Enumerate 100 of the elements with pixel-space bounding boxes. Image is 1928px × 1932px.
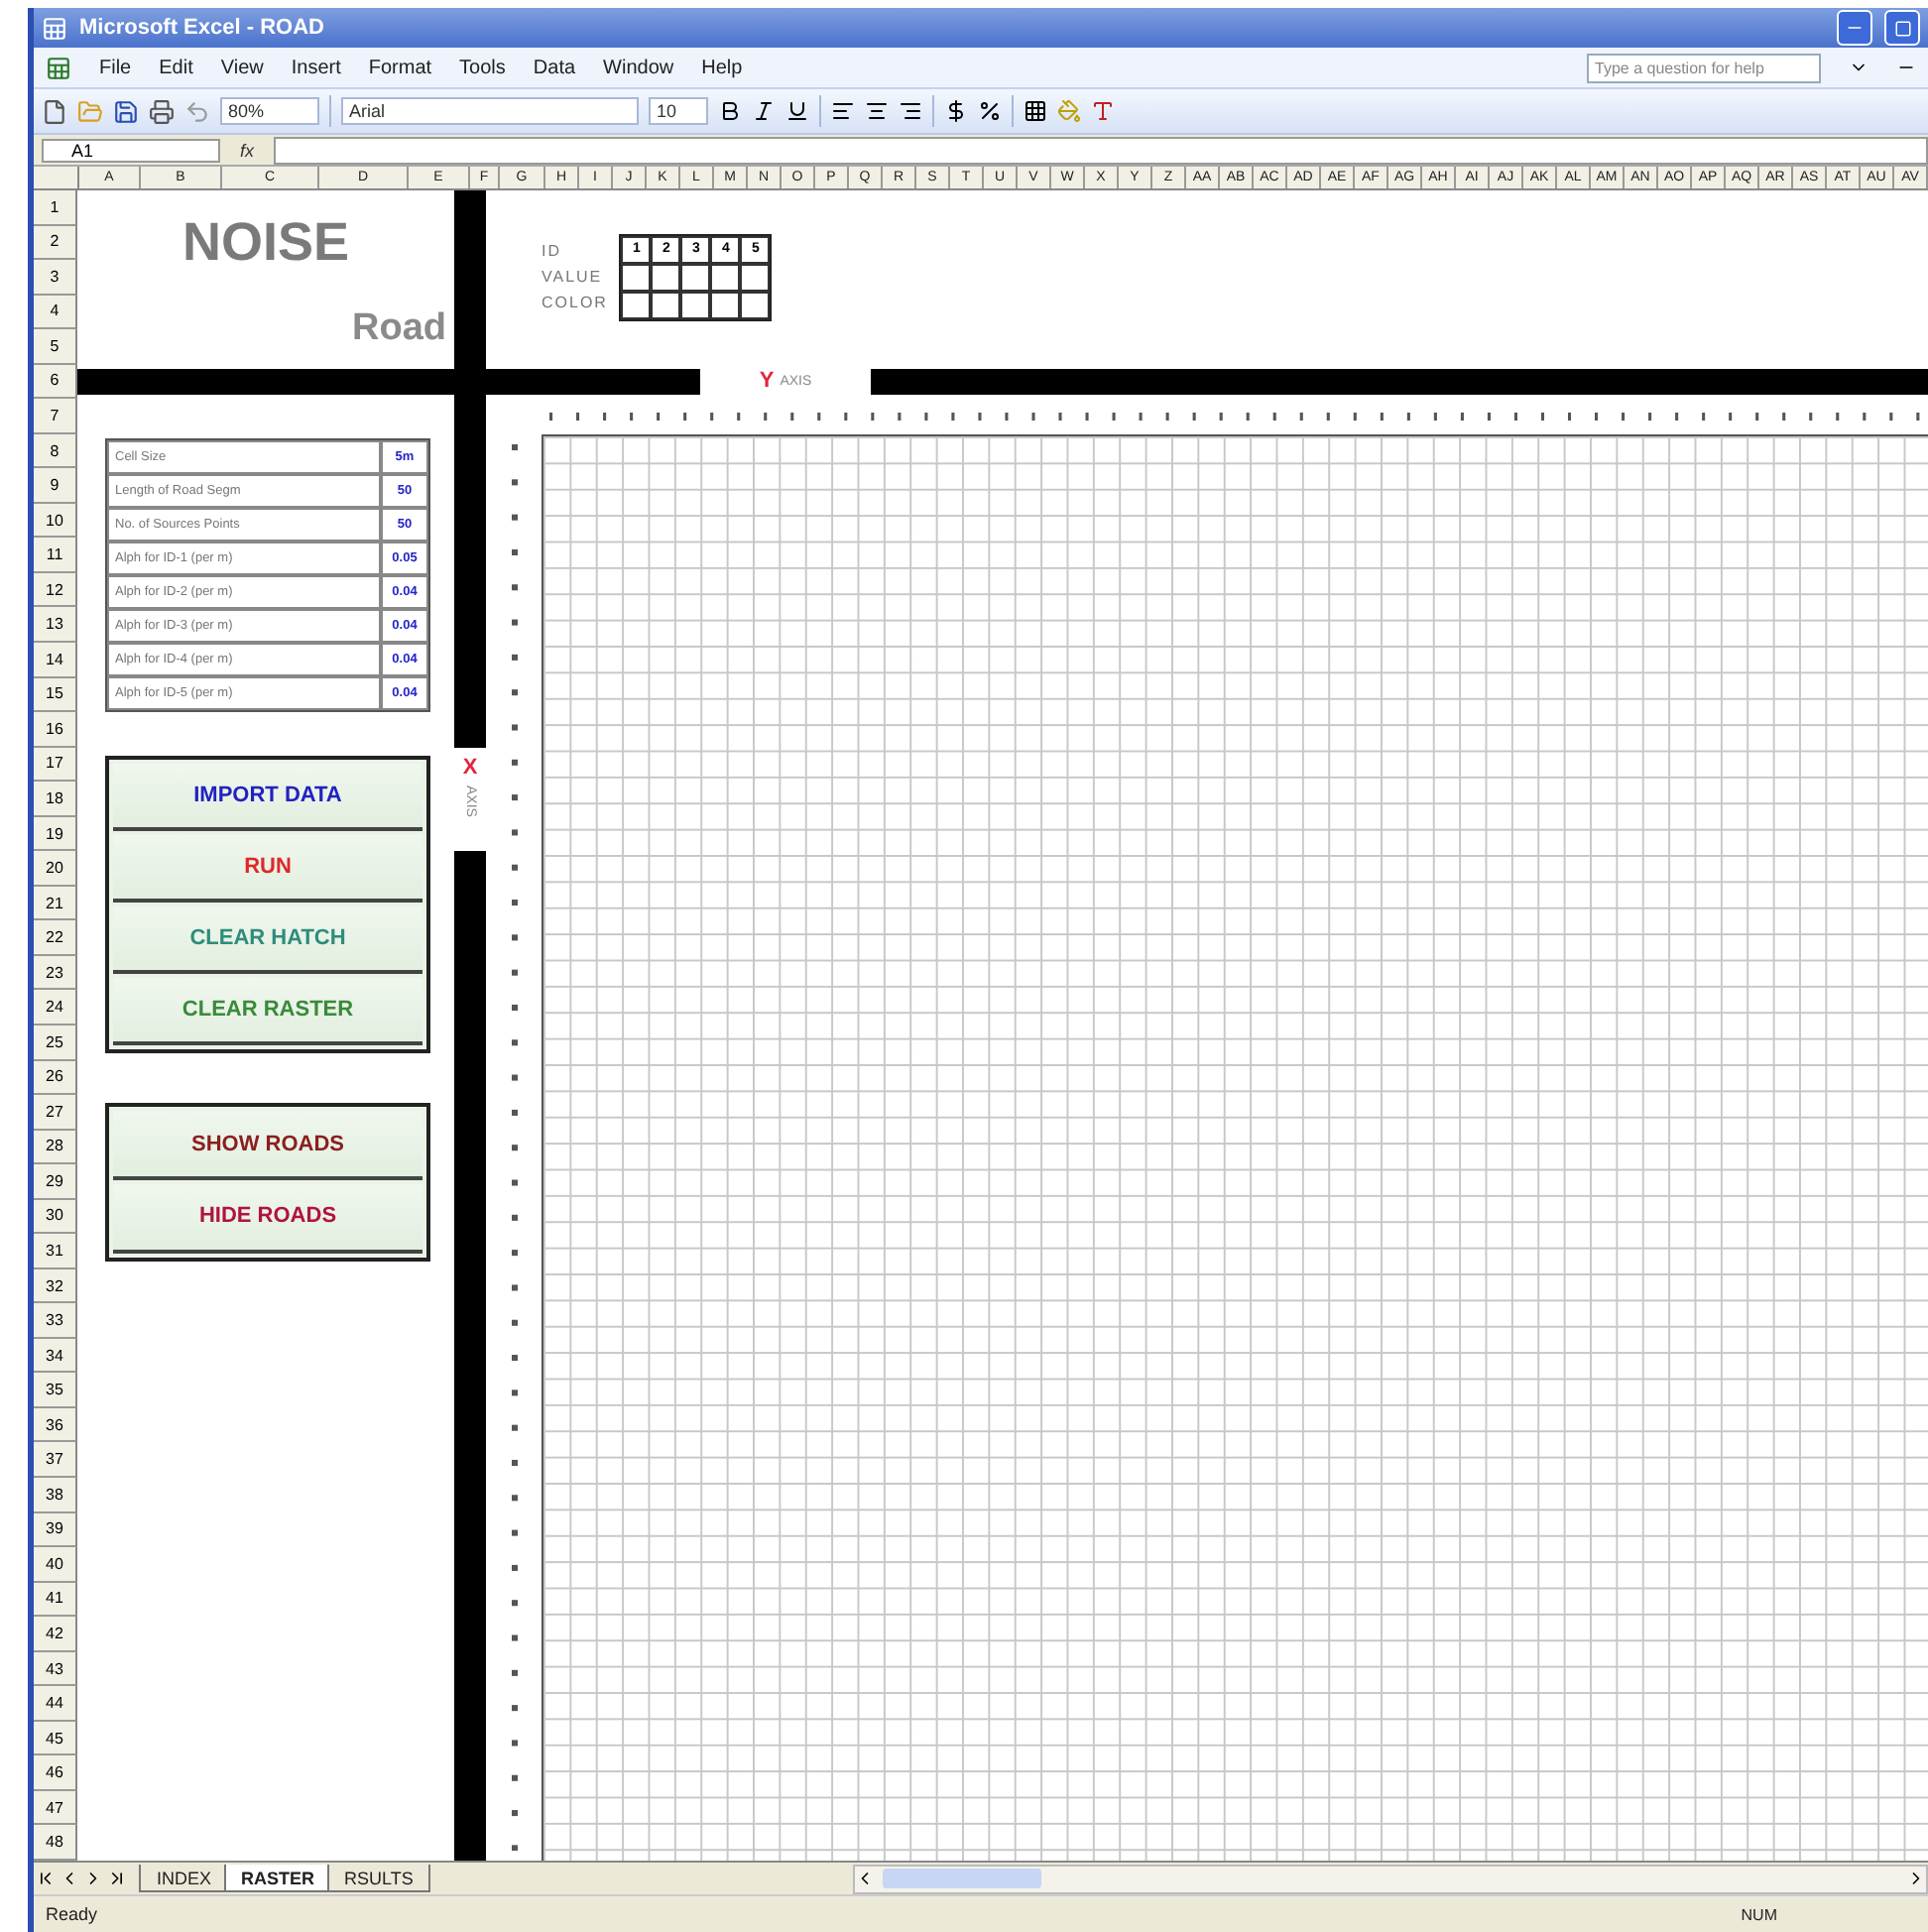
legend-cell: [740, 291, 771, 319]
row-header[interactable]: 44: [34, 1686, 77, 1722]
row-header[interactable]: 40: [34, 1547, 77, 1583]
row-header[interactable]: 11: [34, 538, 77, 573]
font-size-dropdown[interactable]: 10: [649, 97, 708, 125]
macro-button[interactable]: SHOW ROADS: [113, 1111, 422, 1180]
last-sheet-icon[interactable]: [107, 1869, 127, 1888]
align-right-icon[interactable]: [899, 99, 922, 123]
menu-item[interactable]: Tools: [459, 57, 506, 78]
formula-field[interactable]: [274, 136, 1928, 164]
align-center-icon[interactable]: [865, 99, 889, 123]
macro-button[interactable]: CLEAR RASTER: [113, 977, 422, 1045]
row-header[interactable]: 6: [34, 364, 77, 400]
macro-button[interactable]: CLEAR HATCH: [113, 906, 422, 974]
row-header[interactable]: 48: [34, 1825, 77, 1861]
document-icon[interactable]: [46, 55, 71, 80]
row-header[interactable]: 7: [34, 399, 77, 434]
row-header[interactable]: 25: [34, 1025, 77, 1061]
row-header[interactable]: 37: [34, 1442, 77, 1479]
macro-button[interactable]: HIDE ROADS: [113, 1183, 422, 1254]
legend-cell: [621, 263, 652, 292]
name-box[interactable]: A1: [42, 138, 220, 162]
row-header[interactable]: 26: [34, 1060, 77, 1096]
row-header[interactable]: 39: [34, 1512, 77, 1548]
row-header[interactable]: 46: [34, 1755, 77, 1791]
save-icon[interactable]: [113, 98, 139, 124]
legend-cell: [680, 291, 711, 319]
horizontal-scrollbar[interactable]: [853, 1864, 1928, 1893]
legend-cell: [651, 263, 681, 292]
menu-item[interactable]: Format: [368, 57, 432, 78]
row-header[interactable]: 31: [34, 1234, 77, 1269]
help-search-field[interactable]: Type a question for help: [1587, 53, 1821, 82]
minimize-button[interactable]: [1837, 10, 1872, 46]
menu-item[interactable]: Help: [701, 57, 743, 78]
row-header[interactable]: 16: [34, 712, 77, 748]
row-header[interactable]: 22: [34, 920, 77, 956]
macro-button[interactable]: IMPORT DATA: [113, 763, 422, 831]
row-header[interactable]: 3: [34, 260, 77, 296]
row-header[interactable]: 8: [34, 433, 77, 469]
row-header[interactable]: 28: [34, 1130, 77, 1165]
row-header[interactable]: 19: [34, 816, 77, 852]
row-header[interactable]: 45: [34, 1721, 77, 1756]
menu-item[interactable]: File: [99, 57, 132, 78]
maximize-button[interactable]: [1884, 10, 1920, 46]
row-header[interactable]: 47: [34, 1790, 77, 1826]
row-header[interactable]: 5: [34, 329, 77, 365]
legend-cell: [710, 291, 741, 319]
row-header[interactable]: 23: [34, 955, 77, 991]
sheet-tab[interactable]: RASTER: [223, 1865, 333, 1892]
row-header[interactable]: 20: [34, 851, 77, 887]
bold-icon[interactable]: [718, 99, 742, 123]
row-header[interactable]: 35: [34, 1373, 77, 1408]
row-header[interactable]: 24: [34, 990, 77, 1026]
row-header[interactable]: 34: [34, 1338, 77, 1374]
menu-item[interactable]: View: [220, 57, 264, 78]
percent-icon[interactable]: [978, 99, 1002, 123]
italic-icon[interactable]: [752, 99, 776, 123]
row-header[interactable]: 15: [34, 677, 77, 713]
menu-item[interactable]: Insert: [291, 57, 341, 78]
printer-icon[interactable]: [149, 98, 175, 124]
row-header[interactable]: 21: [34, 886, 77, 921]
currency-icon[interactable]: [944, 99, 968, 123]
row-header[interactable]: 1: [34, 190, 77, 226]
row-header[interactable]: 33: [34, 1303, 77, 1339]
underline-icon[interactable]: [785, 99, 809, 123]
row-header[interactable]: 2: [34, 225, 77, 261]
new-icon[interactable]: [42, 98, 67, 124]
menu-item[interactable]: Edit: [159, 57, 193, 78]
row-header[interactable]: 38: [34, 1478, 77, 1513]
font-dropdown[interactable]: Arial: [341, 97, 639, 125]
font-color-icon[interactable]: [1091, 99, 1115, 123]
row-header[interactable]: 27: [34, 1095, 77, 1131]
function-button[interactable]: fx: [240, 140, 255, 160]
menu-item[interactable]: Data: [533, 57, 576, 78]
undo-icon[interactable]: [184, 98, 210, 124]
row-header[interactable]: 36: [34, 1407, 77, 1443]
row-header[interactable]: 10: [34, 503, 77, 539]
row-header[interactable]: 12: [34, 572, 77, 608]
zoom-dropdown[interactable]: 80%: [220, 97, 319, 125]
sheet-tab[interactable]: RSULTS: [326, 1865, 431, 1892]
row-header[interactable]: 42: [34, 1617, 77, 1652]
menu-item[interactable]: Window: [603, 57, 674, 78]
row-header[interactable]: 13: [34, 607, 77, 644]
legend-label: VALUE: [542, 265, 605, 290]
row-header[interactable]: 43: [34, 1651, 77, 1687]
align-left-icon[interactable]: [831, 99, 855, 123]
borders-icon[interactable]: [1024, 99, 1047, 123]
row-header[interactable]: 41: [34, 1582, 77, 1618]
fill-color-icon[interactable]: [1057, 99, 1081, 123]
row-header[interactable]: 14: [34, 643, 77, 678]
sheet-tab[interactable]: INDEX: [139, 1865, 230, 1892]
first-sheet-icon[interactable]: [36, 1869, 56, 1888]
row-header[interactable]: 29: [34, 1164, 77, 1200]
row-header[interactable]: 30: [34, 1199, 77, 1235]
macro-button[interactable]: RUN: [113, 834, 422, 903]
row-header[interactable]: 17: [34, 747, 77, 783]
row-header[interactable]: 18: [34, 782, 77, 817]
row-header[interactable]: 4: [34, 295, 77, 330]
row-header[interactable]: 32: [34, 1268, 77, 1304]
row-header[interactable]: 9: [34, 468, 77, 504]
